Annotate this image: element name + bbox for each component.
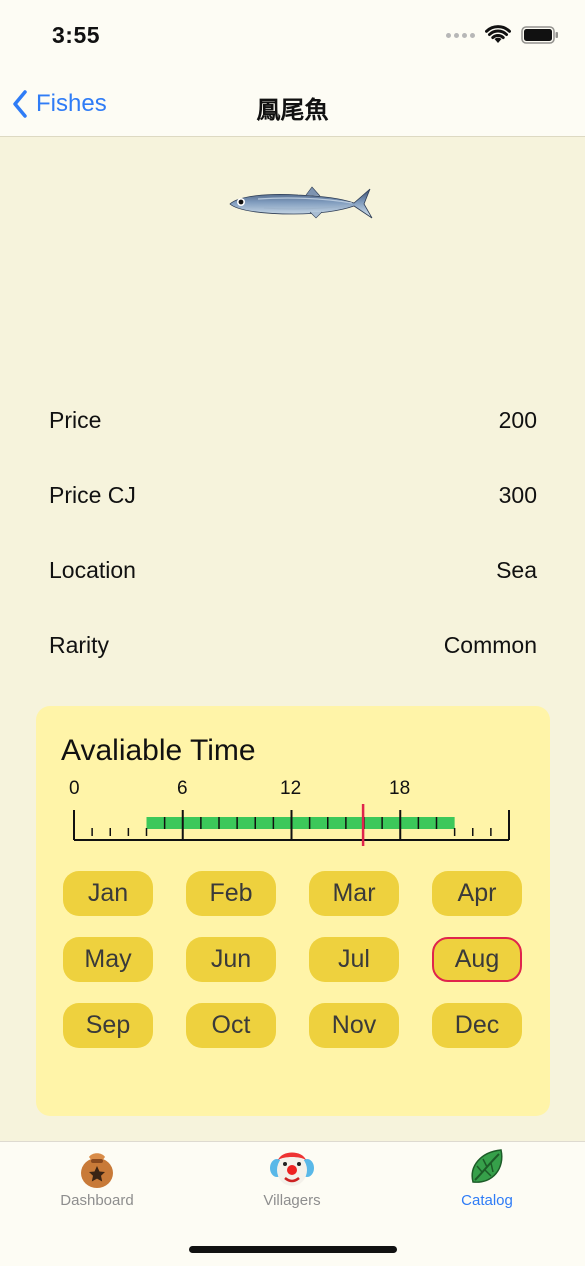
month-button-dec[interactable]: Dec [432,1003,522,1048]
detail-row-rarity: Rarity Common [49,632,537,659]
available-time-title: Avaliable Time [61,734,256,767]
status-bar: 3:55 [0,0,585,72]
bell-bag-icon [81,1153,113,1188]
status-time: 3:55 [52,22,101,48]
page-title: 鳳尾魚 [256,97,329,124]
tab-villagers[interactable]: Villagers [217,1146,367,1216]
month-button-jul[interactable]: Jul [309,937,399,982]
month-button-sep[interactable]: Sep [63,1003,153,1048]
month-button-mar[interactable]: Mar [309,871,399,916]
tab-label: Dashboard [60,1192,134,1209]
month-button-jan[interactable]: Jan [63,871,153,916]
month-button-apr[interactable]: Apr [432,871,522,916]
month-button-oct[interactable]: Oct [186,1003,276,1048]
detail-row-price-cj: Price CJ 300 [49,482,537,509]
detail-label: Rarity [49,632,110,658]
month-button-nov[interactable]: Nov [309,1003,399,1048]
hour-label: 0 [69,778,80,799]
month-button-feb[interactable]: Feb [186,871,276,916]
home-indicator [189,1246,397,1253]
detail-label: Price [49,407,102,433]
tab-dashboard[interactable]: Dashboard [22,1146,172,1216]
detail-label: Location [49,557,136,583]
detail-value: 200 [498,407,537,433]
battery-icon [521,26,558,44]
month-button-jun[interactable]: Jun [186,937,276,982]
month-button-aug[interactable]: Aug [432,937,522,982]
hour-label: 6 [177,778,188,799]
detail-value: Sea [496,557,537,583]
detail-row-location: Location Sea [49,557,537,584]
navigation-bar: Fishes 鳳尾魚 [0,72,585,137]
detail-value: 300 [498,482,537,508]
wifi-icon [485,25,511,43]
hour-label: 12 [280,778,302,799]
tab-catalog[interactable]: Catalog [412,1146,562,1216]
month-button-may[interactable]: May [63,937,153,982]
available-time-card: Avaliable Time 0 6 12 18 Jan Feb Mar Apr… [36,706,550,1116]
detail-label: Price CJ [49,482,136,508]
leaf-icon [471,1149,503,1183]
detail-value: Common [443,632,537,658]
detail-row-price: Price 200 [49,407,537,434]
tab-label: Villagers [263,1192,321,1209]
available-hours-bar [146,817,455,829]
villager-icon [270,1152,314,1186]
fish-image [229,186,373,219]
tab-label: Catalog [461,1192,513,1209]
hour-label: 18 [389,778,411,799]
status-icons [446,25,559,45]
cellular-signal-icon [446,32,475,38]
hour-timeline [73,804,510,846]
